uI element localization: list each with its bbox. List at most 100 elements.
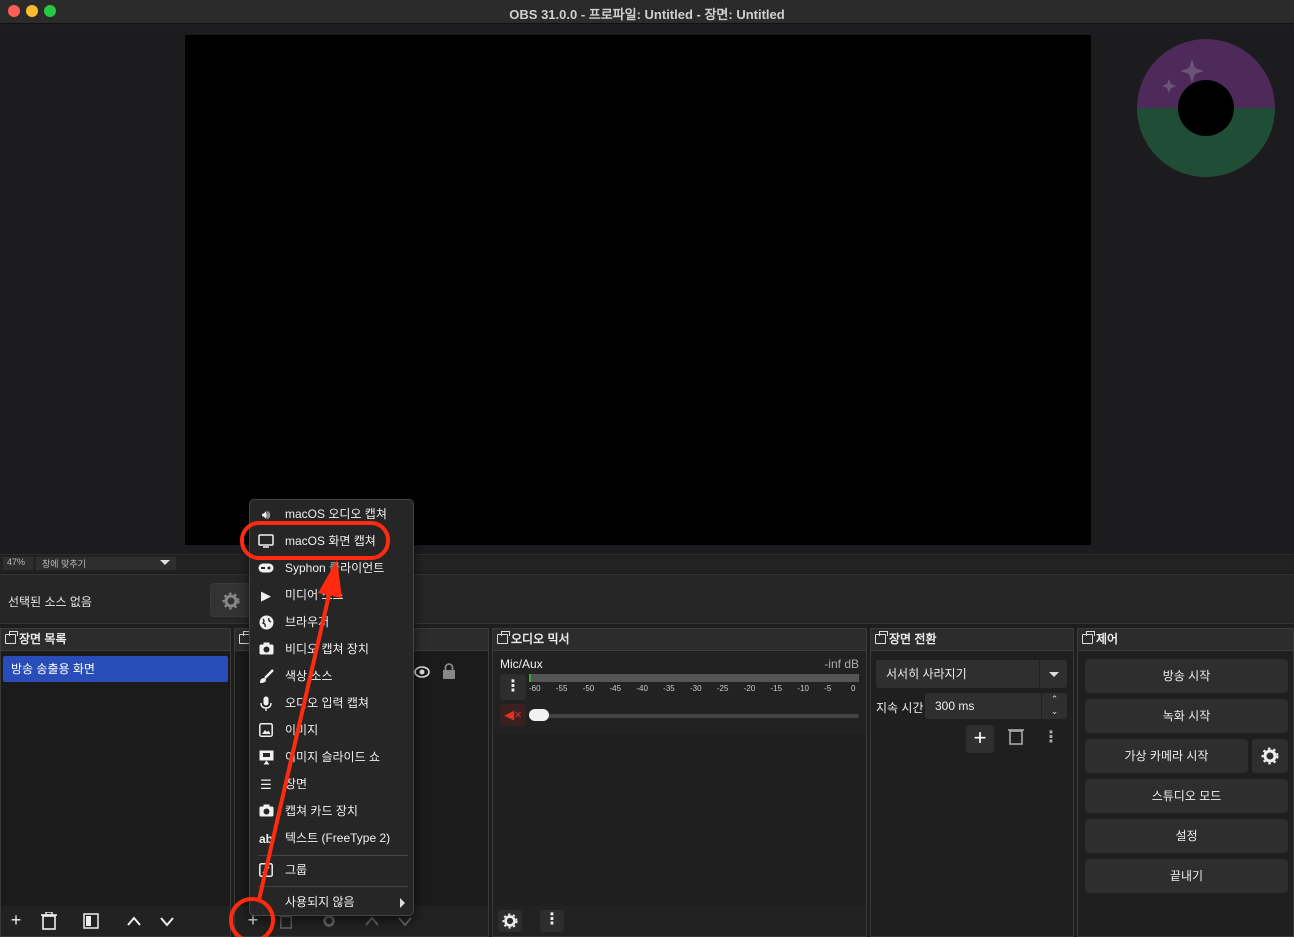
- dock-float-icon[interactable]: [1082, 631, 1095, 644]
- mixer-dock-title: 오디오 믹서: [511, 632, 570, 646]
- start-recording-button[interactable]: 녹화 시작: [1085, 699, 1288, 733]
- chevron-down-icon: [160, 917, 174, 927]
- settings-button[interactable]: 설정: [1085, 819, 1288, 853]
- spin-arrows-icon[interactable]: ⌃ ⌄: [1041, 693, 1067, 719]
- no-source-label: 선택된 소스 없음: [8, 595, 92, 609]
- dock-float-icon[interactable]: [875, 631, 888, 644]
- dock-float-icon[interactable]: [5, 631, 18, 644]
- menu-item-scene[interactable]: ☰ 장면: [250, 771, 413, 798]
- list-icon: ☰: [260, 777, 272, 792]
- menu-item-label: 비디오 캡쳐 장치: [285, 642, 369, 656]
- meter-level-bar: [529, 674, 531, 682]
- menu-item-group[interactable]: 그룹: [250, 857, 413, 884]
- scene-list-item[interactable]: 방송 송출용 화면: [3, 656, 228, 682]
- mixer-toolbar: ⋮: [493, 906, 866, 936]
- menu-item-capture-card-device[interactable]: 캡쳐 카드 장치: [250, 798, 413, 825]
- move-scene-down-button[interactable]: [155, 910, 179, 932]
- mixer-settings-button[interactable]: [498, 910, 522, 932]
- menu-item-label: Syphon 클라이언트: [285, 561, 385, 575]
- volume-meter: [529, 674, 859, 682]
- menu-item-macos-screen-capture[interactable]: macOS 화면 캡쳐: [250, 528, 413, 555]
- speaker-icon: 🔊︎: [261, 507, 271, 522]
- menu-item-browser[interactable]: 브라우저: [250, 609, 413, 636]
- menu-item-color-source[interactable]: 색상 소스: [250, 663, 413, 690]
- mute-button[interactable]: ◀×: [500, 704, 526, 726]
- volume-slider-handle[interactable]: [529, 709, 549, 721]
- menu-item-image[interactable]: 이미지: [250, 717, 413, 744]
- chevron-up-icon: [365, 916, 379, 926]
- trash-icon: [1008, 729, 1024, 745]
- menu-item-audio-input-capture[interactable]: 오디오 입력 캡쳐: [250, 690, 413, 717]
- preview-canvas[interactable]: [185, 35, 1091, 545]
- menu-item-video-capture-device[interactable]: 비디오 캡쳐 장치: [250, 636, 413, 663]
- meter-scale-label: -25: [716, 684, 729, 693]
- scenes-dock-header: 장면 목록: [1, 629, 230, 651]
- studio-mode-button[interactable]: 스튜디오 모드: [1085, 779, 1288, 813]
- controls-dock-header: 제어: [1078, 629, 1293, 651]
- gear-icon: [1261, 747, 1279, 765]
- add-transition-button[interactable]: +: [966, 725, 994, 753]
- gamepad-icon: [258, 561, 274, 577]
- menu-item-syphon-client[interactable]: Syphon 클라이언트: [250, 555, 413, 582]
- menu-item-label: 브라우저: [285, 615, 330, 629]
- menu-item-deprecated[interactable]: 사용되지 않음: [250, 889, 413, 916]
- volume-slider-track[interactable]: [529, 714, 859, 718]
- meter-scale-label: -55: [555, 684, 568, 693]
- visibility-eye-icon[interactable]: [414, 666, 430, 678]
- menu-item-macos-audio-capture[interactable]: 🔊︎ macOS 오디오 캡쳐: [250, 501, 413, 528]
- meter-scale-label: -10: [797, 684, 809, 693]
- add-source-menu: 🔊︎ macOS 오디오 캡쳐 macOS 화면 캡쳐 Syphon 클라이언트…: [249, 499, 414, 916]
- duration-spinbox[interactable]: 300 ms ⌃ ⌄: [925, 693, 1067, 719]
- zoom-fit-label: 창에 맞추기: [42, 559, 86, 569]
- gear-icon: [222, 592, 240, 610]
- menu-separator: [258, 886, 408, 887]
- window-title: OBS 31.0.0 - 프로파일: Untitled - 장면: Untitl…: [509, 7, 785, 22]
- source-properties-button[interactable]: [210, 583, 250, 617]
- source-context-bar: 선택된 소스 없음: [0, 574, 1294, 624]
- zoom-percent: 47%: [3, 557, 33, 570]
- dock-float-icon[interactable]: [497, 631, 510, 644]
- capture-card-icon: [258, 804, 274, 820]
- lock-icon[interactable]: [442, 663, 456, 679]
- menu-item-label: 이미지 슬라이드 쇼: [285, 750, 380, 764]
- chevron-down-icon[interactable]: [1039, 660, 1067, 688]
- camera-icon: [258, 642, 274, 658]
- gear-icon: [502, 913, 518, 929]
- mixer-level: -inf dB: [824, 657, 859, 671]
- menu-item-label: 색상 소스: [285, 669, 333, 683]
- remove-scene-button[interactable]: [37, 910, 61, 932]
- transition-select[interactable]: 서서히 사라지기: [876, 660, 1067, 688]
- meter-scale: -60 -55 -50 -45 -40 -35 -30 -25 -20 -15 -10 -5 0: [529, 684, 859, 696]
- move-scene-up-button[interactable]: [122, 910, 146, 932]
- image-icon: [258, 723, 274, 739]
- mixer-menu-button[interactable]: ⋮: [540, 910, 564, 932]
- exit-button[interactable]: 끝내기: [1085, 859, 1288, 893]
- duration-value: 300 ms: [935, 699, 975, 713]
- virtual-camera-settings-button[interactable]: [1252, 739, 1288, 773]
- menu-item-text-freetype2[interactable]: ab 텍스트 (FreeType 2): [250, 825, 413, 852]
- controls-dock-title: 제어: [1096, 632, 1119, 646]
- transition-more-button[interactable]: ⋮: [1039, 727, 1063, 751]
- remove-transition-button[interactable]: [1004, 727, 1028, 751]
- slideshow-icon: [258, 750, 274, 766]
- chevron-up-icon: [127, 916, 141, 926]
- start-virtual-camera-button[interactable]: 가상 카메라 시작: [1085, 739, 1248, 773]
- transitions-dock-header: 장면 전환: [871, 629, 1073, 651]
- scenes-dock: 장면 목록 방송 송출용 화면 +: [0, 628, 231, 937]
- obs-logo-icon: [1137, 39, 1275, 177]
- meter-scale-label: -45: [609, 684, 622, 693]
- zoom-fit-select[interactable]: 창에 맞추기: [36, 557, 176, 570]
- zoom-bar: 47% 창에 맞추기: [0, 556, 1294, 571]
- chevron-down-icon[interactable]: [160, 560, 170, 565]
- menu-item-label: 장면: [285, 777, 308, 791]
- mixer-channel-menu-button[interactable]: ⋮: [500, 674, 526, 700]
- menu-item-media-source[interactable]: ▶ 미디어 소스: [250, 582, 413, 609]
- mixer-dock-header: 오디오 믹서: [493, 629, 866, 651]
- transition-select-value: 서서히 사라지기: [886, 667, 967, 681]
- scene-filters-button[interactable]: [79, 910, 103, 932]
- meter-scale-label: -50: [582, 684, 595, 693]
- scene-transitions-dock: 장면 전환 서서히 사라지기 지속 시간 300 ms ⌃ ⌄ + ⋮: [870, 628, 1074, 937]
- menu-item-image-slideshow[interactable]: 이미지 슬라이드 쇼: [250, 744, 413, 771]
- start-streaming-button[interactable]: 방송 시작: [1085, 659, 1288, 693]
- add-scene-button[interactable]: +: [4, 910, 28, 932]
